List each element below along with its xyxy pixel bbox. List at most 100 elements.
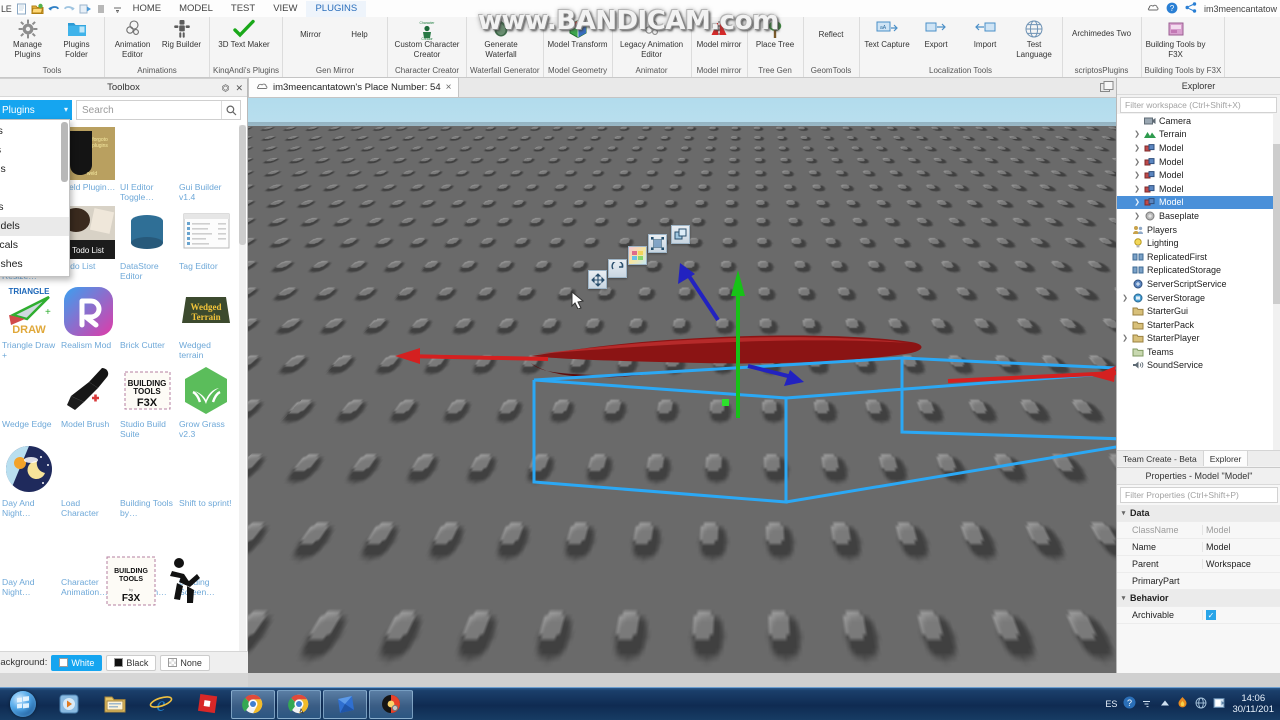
chevron-right-icon[interactable]: ❯ xyxy=(1131,130,1143,138)
anchor-icon[interactable] xyxy=(671,225,690,244)
property-value[interactable]: Model xyxy=(1202,542,1280,552)
dropdown-item-my-models[interactable]: My Models xyxy=(0,217,69,236)
dropdown-item-my-meshes[interactable]: My Meshes xyxy=(0,255,69,274)
property-row-primarypart[interactable]: PrimaryPart xyxy=(1117,573,1280,590)
tab-test[interactable]: TEST xyxy=(222,1,264,17)
explorer-scrollbar-thumb[interactable] xyxy=(1273,144,1280,304)
archivable-checkbox[interactable]: ✓ xyxy=(1206,610,1216,620)
taskbar-windows-explorer[interactable] xyxy=(93,690,137,719)
dropdown-item-audio[interactable]: Audio xyxy=(0,179,69,198)
toolbox-item-grow-grass[interactable]: Grow Grass v2.3 xyxy=(178,364,235,439)
dropdown-item-my-decals[interactable]: My Decals xyxy=(0,236,69,255)
background-white-button[interactable]: White xyxy=(51,655,102,671)
explorer-tree[interactable]: Camera ❯ Terrain ❯ Model ❯ Model ❯ Model xyxy=(1117,114,1280,450)
select-cursor-icon[interactable] xyxy=(568,290,587,309)
explorer-item-starterplayer[interactable]: ❯ StarterPlayer xyxy=(1117,332,1280,346)
properties-section-behavior[interactable]: ▾ Behavior xyxy=(1117,590,1280,607)
toolbox-item-load-character[interactable]: Load Character xyxy=(60,443,117,518)
cloud-icon[interactable] xyxy=(1147,3,1159,14)
search-input[interactable] xyxy=(77,105,221,116)
import-button[interactable]: Import xyxy=(961,17,1010,50)
toolbox-scrollbar[interactable] xyxy=(239,125,246,653)
toolbox-item-triangle-draw[interactable]: TRIANGLE + DRAW Triangle Draw + xyxy=(1,285,58,360)
file-menu-label[interactable]: LE xyxy=(1,4,12,14)
close-icon[interactable]: ✕ xyxy=(235,83,243,94)
explorer-item-lighting[interactable]: Lighting xyxy=(1117,236,1280,250)
toolbox-item-wedge-edge[interactable]: Wedge Edge xyxy=(1,364,58,439)
toolbox-item-datastore-editor[interactable]: DataStore Editor xyxy=(119,206,176,281)
chevron-down-icon[interactable]: ▾ xyxy=(1117,509,1130,517)
taskbar-clock[interactable]: 14:06 30/11/201 xyxy=(1232,693,1274,715)
dropdown-item-plugins[interactable]: Plugins xyxy=(0,198,69,217)
model-mirror-button[interactable]: Model mirror xyxy=(695,17,744,50)
legacy-animation-editor-button[interactable]: Legacy Animation Editor xyxy=(616,17,688,59)
selected-model-gizmo[interactable] xyxy=(248,98,1116,673)
tab-view[interactable]: VIEW xyxy=(264,1,306,17)
chevron-right-icon[interactable]: ❯ xyxy=(1131,144,1143,152)
customize-icon[interactable] xyxy=(111,3,124,15)
toolbox-category-select[interactable]: Plugins ▾ xyxy=(0,100,72,120)
toolbox-item-gui-builder[interactable]: Gui Builder v1.4 xyxy=(178,127,235,202)
taskbar-internet-explorer[interactable]: e xyxy=(139,690,183,719)
toolbox-item-brick-cutter[interactable]: Brick Cutter xyxy=(119,285,176,360)
document-tab-place[interactable]: im3meencantatown's Place Number: 54 × xyxy=(248,77,459,97)
toolbox-item-tag-editor[interactable]: Tag Editor xyxy=(178,206,235,281)
toolbox-item-day-and-night[interactable]: Day And Night… xyxy=(1,443,58,518)
taskbar-google-chrome-2[interactable] xyxy=(277,690,321,719)
toolbox-item-shift-to-sprint[interactable]: Shift to sprint! xyxy=(178,443,235,518)
explorer-item-soundservice[interactable]: SoundService xyxy=(1117,359,1280,373)
tab-home[interactable]: HOME xyxy=(124,1,171,17)
custom-character-creator-button[interactable]: Character Creator Custom Character Creato… xyxy=(391,17,463,59)
taskbar-bandicam[interactable] xyxy=(369,690,413,719)
tab-team-create[interactable]: Team Create - Beta xyxy=(1117,451,1204,466)
explorer-item-model-4[interactable]: ❯ Model xyxy=(1117,182,1280,196)
chevron-right-icon[interactable]: ❯ xyxy=(1131,158,1143,166)
share-icon[interactable] xyxy=(1185,2,1197,15)
place-tree-button[interactable]: Place Tree xyxy=(751,17,800,50)
export-button[interactable]: Export xyxy=(912,17,961,50)
tab-model[interactable]: MODEL xyxy=(170,1,222,17)
taskbar-blue-app[interactable] xyxy=(323,690,367,719)
network-icon[interactable] xyxy=(1142,696,1154,711)
generate-waterfall-button[interactable]: Generate Waterfall xyxy=(470,17,532,59)
mirror-help-button[interactable]: Help xyxy=(335,17,384,40)
toolbox-item-model-brush[interactable]: Model Brush xyxy=(60,364,117,439)
flame-icon[interactable] xyxy=(1176,696,1189,711)
property-value-checkbox[interactable]: ✓ xyxy=(1202,610,1280,620)
toolbox-item-realism-mod[interactable]: Realism Mod xyxy=(60,285,117,360)
text-capture-button[interactable]: aA Text Capture xyxy=(863,17,912,50)
redo-icon[interactable] xyxy=(63,3,76,15)
dropdown-scrollbar[interactable] xyxy=(61,122,68,182)
start-button[interactable] xyxy=(0,689,46,720)
chevron-right-icon[interactable]: ❯ xyxy=(1119,294,1131,302)
animation-editor-button[interactable]: Animation Editor xyxy=(108,17,157,59)
plugins-folder-button[interactable]: Plugins Folder xyxy=(52,17,101,59)
taskbar-windows-media-player[interactable] xyxy=(47,690,91,719)
tab-plugins[interactable]: PLUGINS xyxy=(306,1,366,17)
chevron-right-icon[interactable]: ❯ xyxy=(1131,185,1143,193)
building-tools-f3x-button[interactable]: Building Tools by F3X xyxy=(1145,17,1207,59)
toolbox-item-wedged-terrain[interactable]: Wedged Terrain Wedged terrain xyxy=(178,285,235,360)
rig-builder-button[interactable]: Rig Builder xyxy=(157,17,206,50)
explorer-item-camera[interactable]: Camera xyxy=(1117,114,1280,128)
chevron-down-icon[interactable]: ▾ xyxy=(1117,594,1130,602)
model-transform-button[interactable]: Model Transform xyxy=(547,17,609,50)
chevron-right-icon[interactable]: ❯ xyxy=(1131,171,1143,179)
undo-icon[interactable] xyxy=(47,3,60,15)
toolbox-item-loading-screen[interactable]: Loading Screen… xyxy=(178,522,235,597)
reflect-button[interactable]: Reflect xyxy=(807,17,856,40)
restore-window-icon[interactable] xyxy=(1100,80,1114,98)
toolbox-scrollbar-thumb[interactable] xyxy=(239,125,246,245)
explorer-item-startergui[interactable]: StarterGui xyxy=(1117,304,1280,318)
mirror-button[interactable]: Mirror xyxy=(286,17,335,40)
archimedes-two-button[interactable]: Archimedes Two xyxy=(1066,17,1138,39)
toolbox-item-building-tools-f3x[interactable]: Building Tools by… xyxy=(119,443,176,518)
properties-filter-input[interactable]: Filter Properties (Ctrl+Shift+P) xyxy=(1120,487,1278,503)
play-icon[interactable] xyxy=(79,3,92,15)
explorer-item-model-selected[interactable]: ❯ Model xyxy=(1117,196,1280,210)
toolbox-item-ui-editor-toggle[interactable]: UI Editor Toggle… xyxy=(119,127,176,202)
account-name[interactable]: im3meencantatow xyxy=(1204,4,1277,14)
taskbar-google-chrome[interactable] xyxy=(231,690,275,719)
help-icon[interactable]: ? xyxy=(1166,2,1178,16)
property-row-name[interactable]: Name Model xyxy=(1117,539,1280,556)
